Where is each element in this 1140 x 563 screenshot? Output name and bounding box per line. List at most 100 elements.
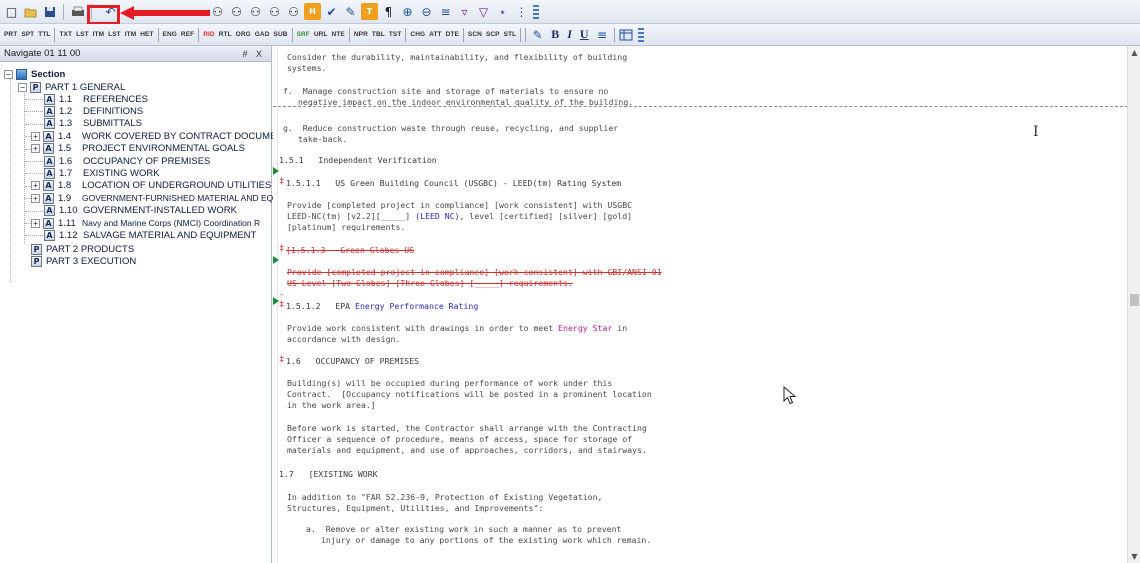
more-icon[interactable]: ⋮ — [513, 3, 530, 20]
open-folder-icon[interactable] — [22, 3, 39, 20]
align-icon[interactable]: ≡ — [437, 3, 454, 20]
tag-button[interactable]: URL — [312, 28, 330, 42]
toolbar-grip[interactable] — [637, 27, 644, 42]
tag-button[interactable]: LST — [74, 28, 91, 42]
collapse-toggle-icon[interactable]: − — [18, 82, 27, 92]
tree-item-1-11[interactable]: + A 1.11 Navy and Marine Corps (NMCI) Coord… — [31, 217, 260, 229]
tag-button[interactable]: TST — [387, 28, 404, 42]
scroll-up-icon[interactable]: ▲ — [1128, 46, 1140, 59]
pin-icon[interactable]: ⋆ — [494, 3, 511, 20]
zoom-in-icon[interactable]: ⊕ — [399, 3, 416, 20]
tag-button[interactable]: LST — [106, 28, 123, 42]
navigator-controls[interactable]: # X — [242, 49, 265, 59]
toolbar-separator — [291, 27, 293, 42]
part-icon: P — [31, 255, 42, 267]
tree-item-1-6[interactable]: A 1.6 OCCUPANCY OF PREMISES — [44, 155, 210, 167]
tag-button[interactable]: ORG — [234, 28, 253, 42]
collapse-toggle-icon[interactable]: − — [4, 69, 13, 79]
leed-nc-link[interactable]: (LEED NC) — [415, 211, 459, 221]
tree-item-number: 1.2 — [59, 105, 73, 117]
format-icon[interactable]: ✎ — [342, 3, 359, 20]
bold-button[interactable]: B — [547, 27, 563, 42]
tree-item-1-9[interactable]: + A 1.9 GOVERNMENT-FURNISHED MATERIAL AND E… — [31, 192, 276, 204]
vertical-scrollbar[interactable]: ▲ ▼ — [1127, 46, 1140, 563]
section-icon — [16, 68, 27, 80]
tag-button[interactable]: TBL — [370, 28, 387, 42]
tag-button[interactable]: NTE — [330, 28, 347, 42]
tag-button[interactable]: SUB — [272, 28, 290, 42]
zoom-out-icon[interactable]: ⊖ — [418, 3, 435, 20]
tree-item-1-12[interactable]: A 1.12 SALVAGE MATERIAL AND EQUIPMENT — [44, 229, 256, 241]
funnel-icon[interactable]: ▽ — [475, 3, 492, 20]
find-icon[interactable]: ⚇ — [209, 3, 226, 20]
tag-button[interactable]: CHG — [408, 28, 427, 42]
tree-item-1-4[interactable]: + A 1.4 WORK COVERED BY CONTRACT DOCUMENTS — [31, 130, 295, 142]
doc-line: systems. — [287, 63, 327, 73]
find-next-icon[interactable]: ⚇ — [266, 3, 283, 20]
expand-toggle-icon[interactable]: + — [31, 193, 40, 203]
find-prev-icon[interactable]: ⚇ — [228, 3, 245, 20]
tag-button[interactable]: RID — [201, 28, 217, 42]
energy-star-link[interactable]: Energy Star — [558, 323, 612, 333]
scroll-down-icon[interactable]: ▼ — [1128, 550, 1140, 563]
tag-button[interactable]: TXT — [57, 28, 74, 42]
tag-button[interactable]: DTE — [444, 28, 461, 42]
track-changes-icon[interactable]: T — [361, 3, 378, 20]
tag-button[interactable]: STL — [502, 28, 519, 42]
tree-item-1-2[interactable]: A 1.2 DEFINITIONS — [44, 105, 143, 117]
tag-button[interactable]: SRF — [295, 28, 312, 42]
underline-button[interactable]: U — [576, 27, 593, 42]
spell-check-icon[interactable]: ✔ — [323, 3, 340, 20]
expand-toggle-icon[interactable]: + — [31, 144, 40, 154]
tag-button[interactable]: ENG — [161, 28, 179, 42]
tree-item-1-3[interactable]: A 1.3 SUBMITTALS — [44, 118, 142, 130]
find-all-icon[interactable]: ⚇ — [247, 3, 264, 20]
list-icon[interactable]: ≡ — [594, 26, 611, 43]
print-icon[interactable] — [69, 3, 86, 20]
tree-item-1-10[interactable]: A 1.10 GOVERNMENT-INSTALLED WORK — [44, 205, 237, 217]
save-icon[interactable] — [41, 3, 58, 20]
tag-button[interactable]: ATT — [427, 28, 443, 42]
filter-icon[interactable]: ▿ — [456, 3, 473, 20]
replace-icon[interactable]: ⚇ — [285, 3, 302, 20]
expand-toggle-icon[interactable]: + — [31, 218, 40, 228]
toolbar-separator — [520, 27, 522, 42]
expand-toggle-icon[interactable]: + — [31, 181, 40, 191]
tag-button[interactable]: SCP — [484, 28, 502, 42]
highlight-icon[interactable]: H — [304, 3, 321, 20]
tag-button[interactable]: ITM — [91, 28, 107, 42]
tree-part-3[interactable]: P PART 3 EXECUTION — [31, 255, 136, 267]
tag-button[interactable]: SPT — [19, 28, 36, 42]
energy-rating-link[interactable]: Energy Performance Rating — [355, 301, 478, 311]
tag-button[interactable]: REF — [179, 28, 196, 42]
tree-item-1-1[interactable]: A 1.1 REFERENCES — [44, 93, 148, 105]
tree-item-number: 1.1 — [59, 93, 73, 105]
tree-part-2[interactable]: P PART 2 PRODUCTS — [31, 243, 134, 255]
tag-button[interactable]: NPR — [352, 28, 370, 42]
tag-button[interactable]: HET — [138, 28, 155, 42]
tree-item-label: OCCUPANCY OF PREMISES — [83, 155, 211, 167]
tree-part-1[interactable]: − P PART 1 GENERAL — [18, 81, 125, 93]
new-file-icon[interactable]: □ — [3, 3, 20, 20]
article-icon: A — [44, 118, 55, 130]
doc-line: negative impact on the indoor environmen… — [298, 97, 634, 107]
tag-button[interactable]: TTL — [36, 28, 52, 42]
document-editor[interactable]: Consider the durability, maintainability… — [273, 46, 1127, 563]
scroll-thumb[interactable] — [1130, 294, 1139, 306]
italic-button[interactable]: I — [563, 27, 576, 42]
expand-toggle-icon[interactable]: + — [31, 131, 40, 141]
undo-icon[interactable]: ↶ — [102, 3, 119, 20]
tag-button[interactable]: PRT — [2, 28, 19, 42]
tree-item-1-5[interactable]: + A 1.5 PROJECT ENVIRONMENTAL GOALS — [31, 143, 245, 155]
tag-button[interactable]: SCN — [466, 28, 484, 42]
tree-item-1-7[interactable]: A 1.7 EXISTING WORK — [44, 167, 160, 179]
pen-icon[interactable]: ✎ — [529, 26, 546, 43]
table-icon[interactable] — [618, 26, 635, 43]
tag-button[interactable]: RTL — [217, 28, 234, 42]
tag-button[interactable]: ITM — [123, 28, 139, 42]
tree-root-section[interactable]: − Section — [4, 68, 65, 80]
toolbar-grip[interactable] — [533, 4, 539, 19]
tree-item-1-8[interactable]: + A 1.8 LOCATION OF UNDERGROUND UTILITIES — [31, 180, 271, 192]
paragraph-icon[interactable]: ¶ — [380, 3, 397, 20]
tag-button[interactable]: GAD — [253, 28, 272, 42]
